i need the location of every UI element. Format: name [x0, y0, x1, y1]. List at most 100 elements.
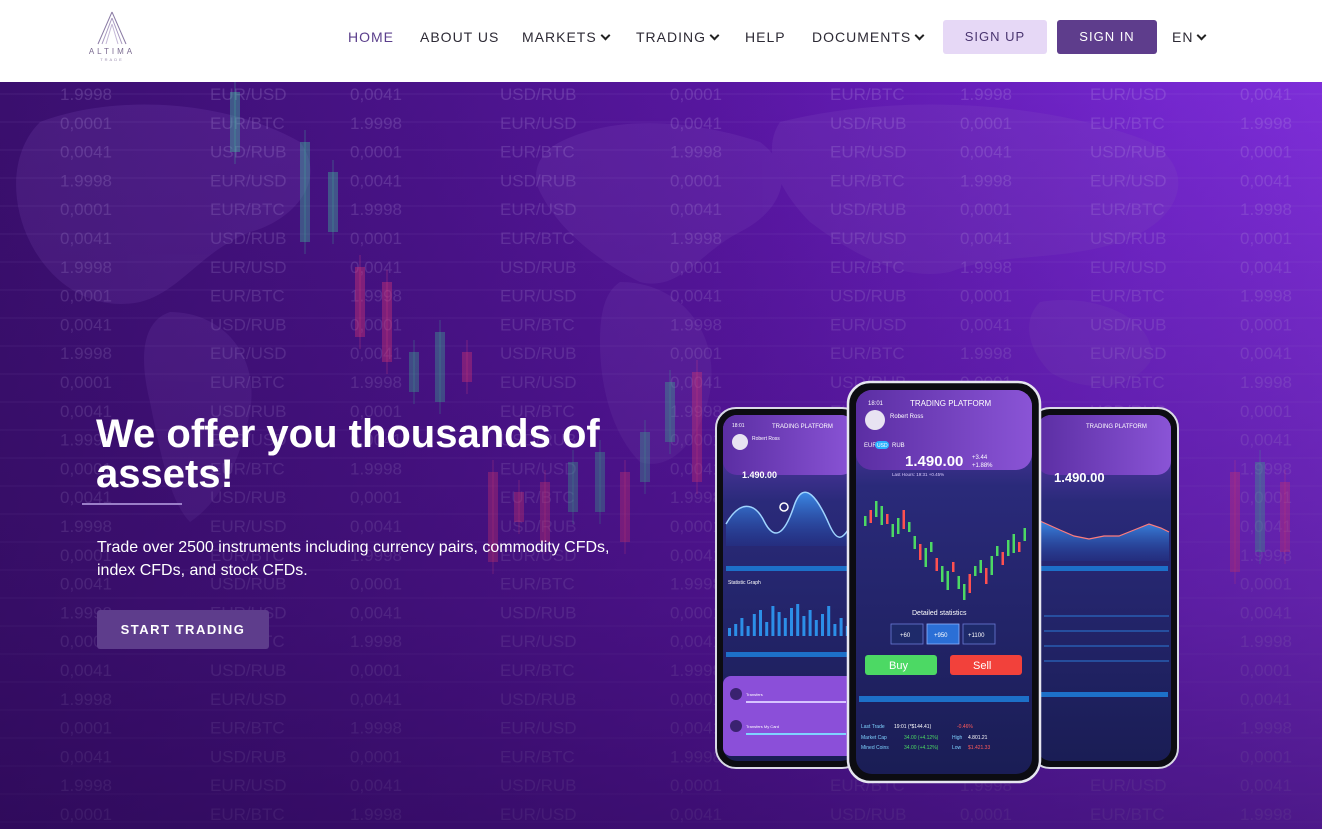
- stat-bar: [833, 624, 837, 636]
- price-change-pct: +1.88%: [972, 463, 993, 469]
- row-label: Market Cap: [861, 735, 887, 741]
- phone-right: TRADING PLATFORM 1.490.00: [1029, 407, 1179, 769]
- buy-label: Buy: [889, 660, 908, 672]
- stat-bar: [802, 616, 806, 636]
- chart-candle: [957, 576, 960, 589]
- row-label: Last Trade: [861, 724, 885, 730]
- stat-bar: [777, 612, 781, 636]
- chevron-down-icon: [600, 30, 611, 41]
- nav-home[interactable]: HOME: [348, 28, 394, 46]
- phone-left-user: Robert Ross: [752, 436, 780, 442]
- avatar: [865, 410, 885, 430]
- sign-up-button[interactable]: SIGN UP: [943, 20, 1047, 54]
- chart-candle: [913, 536, 916, 549]
- chart-candle: [891, 524, 894, 537]
- chart-candle: [919, 544, 922, 560]
- phone-left-title: TRADING PLATFORM: [772, 424, 833, 430]
- stat-bar: [814, 620, 818, 636]
- stat-button: +950: [934, 633, 948, 639]
- start-trading-button[interactable]: START TRADING: [97, 610, 269, 649]
- phone-user: Robert Ross: [890, 414, 923, 420]
- chart-candle: [897, 518, 900, 534]
- chart-candle: [963, 584, 966, 600]
- row-value: 19:01 (*$144.41): [894, 724, 932, 730]
- chevron-down-icon: [914, 30, 925, 41]
- language-label: EN: [1172, 29, 1194, 45]
- stat-bar: [808, 610, 812, 636]
- currency-rub: RUB: [892, 443, 905, 449]
- stats-title: Statistic Graph: [728, 580, 761, 586]
- chart-candle: [1001, 552, 1004, 565]
- nav-about-label: ABOUT US: [420, 29, 500, 45]
- chart-candle: [985, 568, 988, 584]
- currency-usd: USD: [877, 443, 888, 449]
- stat-bar: [752, 614, 756, 636]
- chart-candle: [902, 510, 905, 529]
- stat-bar: [790, 608, 793, 636]
- row-value2: $1.421.33: [968, 745, 990, 751]
- chart-candle: [935, 558, 938, 571]
- chart-candle: [1007, 540, 1010, 556]
- stat-bar: [796, 604, 800, 636]
- chart-candle: [930, 542, 933, 552]
- sign-in-button[interactable]: SIGN IN: [1057, 20, 1157, 54]
- chart-candle: [941, 566, 944, 582]
- stat-button: +60: [900, 633, 911, 639]
- logo-mark-icon: [97, 11, 127, 45]
- chart-candle: [864, 516, 867, 526]
- chart-candle: [996, 546, 999, 556]
- chart-candle: [946, 571, 949, 590]
- phone-right-title: TRADING PLATFORM: [1086, 424, 1147, 430]
- language-selector[interactable]: EN: [1172, 28, 1207, 46]
- nav-home-label: HOME: [348, 29, 394, 45]
- site-header: ALTIMA TRADE HOME ABOUT US MARKETS TRADI…: [0, 0, 1322, 82]
- row-change: -0.46%: [957, 724, 973, 730]
- nav-about-us[interactable]: ABOUT US: [420, 28, 499, 46]
- avatar: [732, 434, 748, 450]
- stat-bar: [827, 606, 831, 636]
- nav-trading-label: TRADING: [636, 29, 706, 45]
- chart-candle: [924, 548, 927, 567]
- chart-candle: [968, 574, 971, 593]
- nav-help[interactable]: HELP: [745, 28, 786, 46]
- stat-bar: [746, 626, 750, 636]
- stat-bar: [728, 628, 731, 636]
- nav-trading[interactable]: TRADING: [636, 28, 720, 46]
- nav-markets-label: MARKETS: [522, 29, 597, 45]
- phone-left: 18:01 TRADING PLATFORM Robert Ross 1.490…: [715, 407, 863, 769]
- hero-section: 1.99980,00010,00411.99980,00010,00411.99…: [0, 82, 1322, 829]
- nav-help-label: HELP: [745, 29, 786, 45]
- row-key: High: [952, 735, 963, 741]
- phone-title: TRADING PLATFORM: [910, 399, 992, 408]
- stat-bar: [783, 618, 787, 636]
- row-value: 34.00 (+4.12%): [904, 745, 939, 751]
- logo-text: ALTIMA: [88, 47, 136, 56]
- phone-left-time: 18:01: [732, 423, 745, 429]
- chart-candle: [979, 560, 982, 573]
- row-value: 34.00 (+4.12%): [904, 735, 939, 741]
- phone-time: 18:01: [868, 401, 884, 407]
- nav-documents-label: DOCUMENTS: [812, 29, 912, 45]
- phone-left-price: 1.490.00: [742, 470, 777, 480]
- nav-markets[interactable]: MARKETS: [522, 28, 611, 46]
- nav-documents[interactable]: DOCUMENTS: [812, 28, 925, 46]
- logo[interactable]: ALTIMA TRADE: [80, 10, 144, 68]
- phone-center: 18:01 TRADING PLATFORM Robert Ross EUR U…: [846, 380, 1042, 784]
- phones-mockup: 18:01 TRADING PLATFORM Robert Ross 1.490…: [715, 380, 1179, 784]
- stat-bar: [771, 606, 775, 636]
- stat-bar: [839, 618, 843, 636]
- chart-candle: [908, 522, 911, 532]
- row-key: Low: [952, 745, 962, 751]
- stat-button: +1100: [968, 633, 985, 639]
- chart-candle: [1023, 528, 1026, 541]
- stat-bar: [734, 624, 738, 636]
- chart-candle: [869, 510, 872, 523]
- chart-candle: [952, 562, 955, 572]
- hero-subtitle: Trade over 2500 instruments including cu…: [97, 539, 610, 579]
- sell-label: Sell: [973, 660, 991, 672]
- chart-candle: [990, 556, 993, 575]
- stat-bar: [821, 614, 824, 636]
- row-value2: 4.801.21: [968, 735, 988, 741]
- price-change-abs: +3.44: [972, 455, 988, 461]
- hero-divider: [82, 503, 182, 505]
